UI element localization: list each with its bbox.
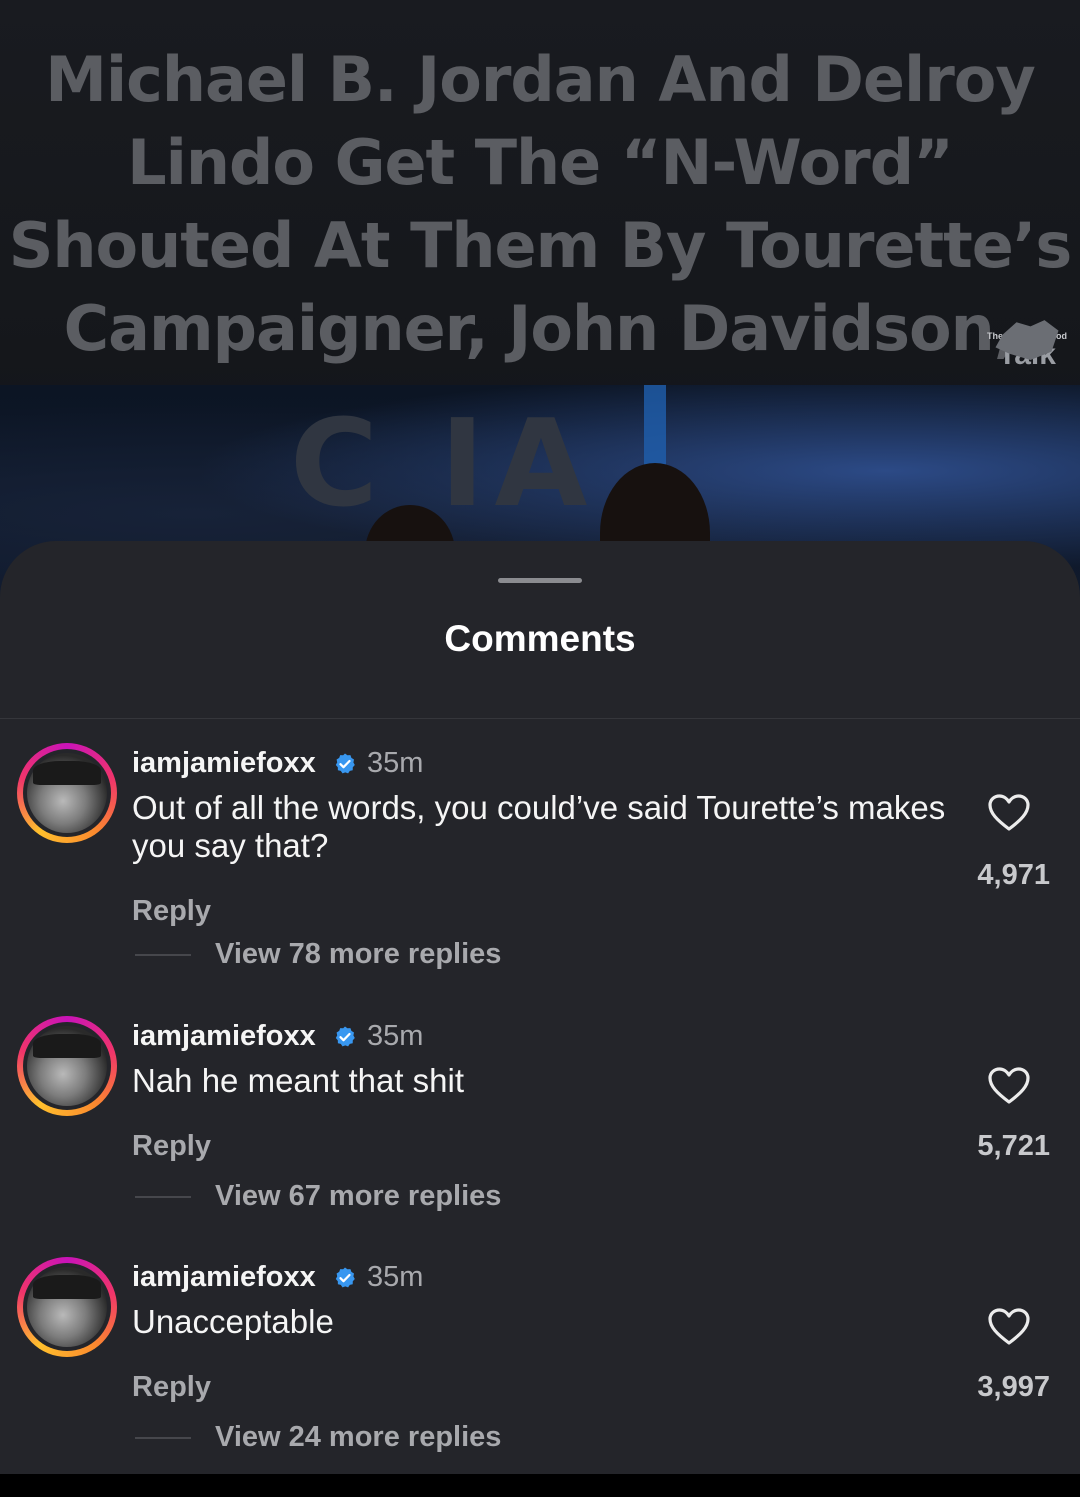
avatar-image [23,1263,111,1351]
avatar-image [23,749,111,837]
comment-item: iamjamiefoxx 35m Out of all the words, y… [0,743,1080,983]
replies-divider-line [135,1196,191,1198]
avatar-hat [33,1275,101,1299]
heart-outline-icon[interactable] [987,1066,1031,1106]
heart-outline-icon[interactable] [987,793,1031,833]
video-background[interactable]: Michael B. Jordan And Delroy Lindo Get T… [0,0,1080,600]
username[interactable]: iamjamiefoxx [132,1257,316,1297]
drag-handle[interactable] [498,578,582,583]
reply-button[interactable]: Reply [132,1126,211,1166]
avatar[interactable] [17,1016,117,1116]
avatar-image [23,1022,111,1110]
stage-backdrop-letters: C IA [290,395,598,534]
comment-item: iamjamiefoxx 35m Unacceptable Reply View… [0,1257,1080,1497]
view-replies-button[interactable]: View 67 more replies [215,1176,501,1216]
header-divider [0,718,1080,719]
comment-text: Nah he meant that shit [132,1062,465,1099]
timestamp: 35m [367,747,424,779]
like-count: 3,997 [977,1371,1050,1403]
reply-button[interactable]: Reply [132,1367,211,1407]
comment-text: Out of all the words, you could’ve said … [132,789,946,864]
timestamp: 35m [367,1261,424,1293]
verified-badge-icon [335,1026,355,1047]
avatar-hat [33,761,101,785]
avatar-hat [33,1034,101,1058]
username[interactable]: iamjamiefoxx [132,1016,316,1056]
view-replies-button[interactable]: View 78 more replies [215,934,501,974]
timestamp: 35m [367,1020,424,1052]
like-count: 4,971 [977,859,1050,891]
like-count: 5,721 [977,1130,1050,1162]
avatar[interactable] [17,743,117,843]
heart-outline-icon[interactable] [987,1307,1031,1347]
replies-divider-line [135,954,191,956]
comment-item: iamjamiefoxx 35m Nah he meant that shit … [0,1016,1080,1256]
sheet-title: Comments [444,618,636,659]
verified-badge-icon [335,1267,355,1288]
comment-text: Unacceptable [132,1303,334,1340]
verified-badge-icon [335,753,355,774]
username[interactable]: iamjamiefoxx [132,743,316,783]
watermark-logo: The Neighborhood Talk [985,318,1069,404]
view-replies-button[interactable]: View 24 more replies [215,1417,501,1457]
comments-sheet: Comments iamjamiefoxx 35m Out of all the… [0,541,1080,1474]
reply-button[interactable]: Reply [132,891,211,931]
replies-divider-line [135,1437,191,1439]
avatar[interactable] [17,1257,117,1357]
